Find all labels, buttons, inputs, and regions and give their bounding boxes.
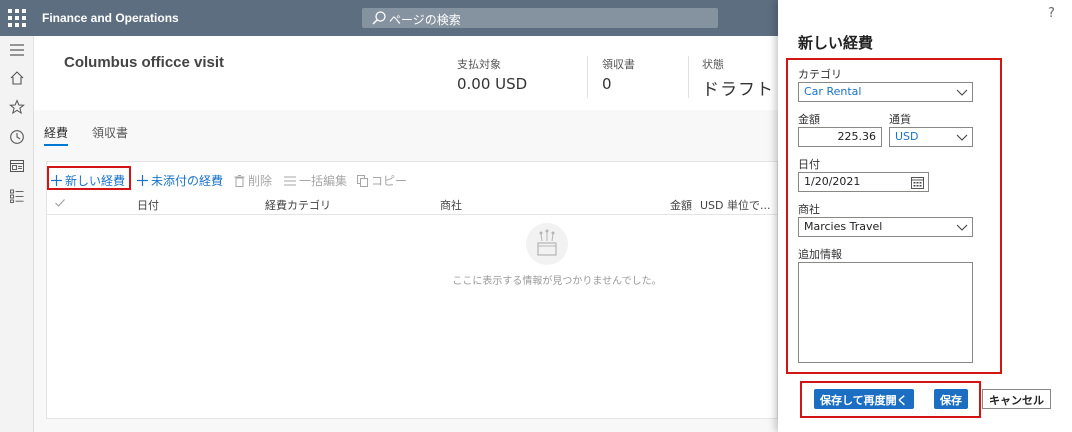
search-icon: [372, 11, 386, 25]
expense-grid-panel: 新しい経費 未添付の経費 削除 一括編集 コピー 日付 経費カテゴリ 商社 金額…: [46, 161, 778, 419]
currency-select[interactable]: USD: [889, 127, 973, 147]
unattached-expenses-label: 未添付の経費: [151, 174, 224, 188]
category-label: カテゴリ: [798, 68, 842, 81]
kpi-value: 0: [602, 75, 612, 93]
additional-info-label: 追加情報: [798, 248, 842, 261]
plus-icon: [137, 175, 148, 186]
kpi-divider: [587, 56, 588, 98]
copy-label: コピー: [371, 174, 408, 188]
new-expense-panel: ? 新しい経費 カテゴリ Car Rental 金額 225.36 通貨 USD…: [778, 0, 1072, 432]
tab-expenses[interactable]: 経費: [44, 124, 68, 141]
panel-title: 新しい経費: [798, 34, 874, 52]
delete-button[interactable]: 削除: [234, 172, 272, 189]
bulk-edit-button[interactable]: 一括編集: [284, 172, 347, 189]
merchant-value: Marcies Travel: [804, 220, 883, 233]
select-all-check-icon[interactable]: [55, 199, 65, 207]
currency-value: USD: [895, 130, 919, 143]
delete-label: 削除: [248, 174, 273, 188]
new-expense-highlight: [47, 166, 131, 190]
cancel-button[interactable]: キャンセル: [982, 389, 1051, 409]
main-content: 経費 領収書 新しい経費 未添付の経費 削除 一括編集 コピー 日付 経費カテゴ…: [34, 110, 778, 432]
column-date[interactable]: 日付: [137, 197, 159, 213]
modules-list-icon[interactable]: [9, 188, 25, 204]
save-and-reopen-button[interactable]: 保存して再度開く: [814, 389, 914, 409]
kpi-divider: [688, 56, 689, 98]
kpi-label: 領収書: [602, 58, 635, 71]
column-merchant[interactable]: 商社: [440, 197, 462, 213]
tab-receipts[interactable]: 領収書: [92, 124, 128, 141]
grid-header-row: 日付 経費カテゴリ 商社 金額 USD 単位で...: [47, 193, 777, 215]
column-amount[interactable]: 金額: [670, 197, 692, 213]
date-value: 1/20/2021: [804, 175, 861, 188]
hamburger-menu-icon[interactable]: [9, 42, 25, 58]
help-icon[interactable]: ?: [1048, 6, 1055, 21]
additional-info-textarea[interactable]: [798, 262, 973, 363]
amount-value: 225.36: [837, 130, 877, 143]
save-button[interactable]: 保存: [934, 389, 968, 409]
amount-input[interactable]: 225.36: [798, 127, 882, 147]
kpi-value: 0.00 USD: [457, 75, 528, 93]
kpi-status: 状態 ドラフト: [702, 56, 774, 100]
merchant-select[interactable]: Marcies Travel: [798, 217, 973, 237]
empty-state-icon: [526, 223, 568, 265]
column-amount-usd[interactable]: USD 単位で...: [700, 197, 771, 213]
app-title[interactable]: Finance and Operations: [42, 11, 179, 25]
tab-active-indicator: [44, 144, 68, 146]
copy-icon: [357, 174, 368, 187]
merchant-label: 商社: [798, 203, 820, 216]
chevron-down-icon: [956, 224, 968, 231]
app-launcher-icon[interactable]: [8, 9, 26, 27]
expense-report-header: Columbus officce visit 支払対象 0.00 USD 領収書…: [34, 36, 778, 110]
trash-icon: [234, 174, 245, 187]
unattached-expenses-button[interactable]: 未添付の経費: [137, 172, 223, 189]
bulk-edit-icon: [284, 176, 296, 185]
category-value: Car Rental: [804, 85, 862, 98]
date-input[interactable]: 1/20/2021: [798, 172, 929, 192]
home-icon[interactable]: [9, 70, 25, 86]
empty-state-message: ここに表示する情報が見つかりませんでした。: [452, 276, 662, 287]
recent-clock-icon[interactable]: [9, 129, 25, 145]
chevron-down-icon: [956, 89, 968, 96]
kpi-amount-due: 支払対象 0.00 USD: [457, 56, 527, 93]
favorites-star-icon[interactable]: [9, 99, 25, 115]
date-label: 日付: [798, 158, 820, 171]
calendar-icon[interactable]: [911, 176, 924, 189]
chevron-down-icon: [956, 134, 968, 141]
kpi-label: 状態: [702, 58, 724, 71]
category-select[interactable]: Car Rental: [798, 82, 973, 102]
copy-button[interactable]: コピー: [357, 172, 407, 189]
column-expense-category[interactable]: 経費カテゴリ: [265, 197, 331, 213]
amount-label: 金額: [798, 113, 820, 126]
kpi-label: 支払対象: [457, 58, 501, 71]
workspaces-icon[interactable]: [9, 158, 25, 174]
kpi-receipts: 領収書 0: [602, 56, 635, 93]
kpi-value: ドラフト: [702, 80, 774, 100]
currency-label: 通貨: [889, 113, 911, 126]
search-box[interactable]: ページの検索: [362, 8, 718, 28]
bulk-edit-label: 一括編集: [299, 174, 348, 188]
page-title: Columbus officce visit: [64, 54, 225, 71]
search-placeholder: ページの検索: [389, 13, 461, 27]
left-nav-rail: [0, 36, 34, 432]
